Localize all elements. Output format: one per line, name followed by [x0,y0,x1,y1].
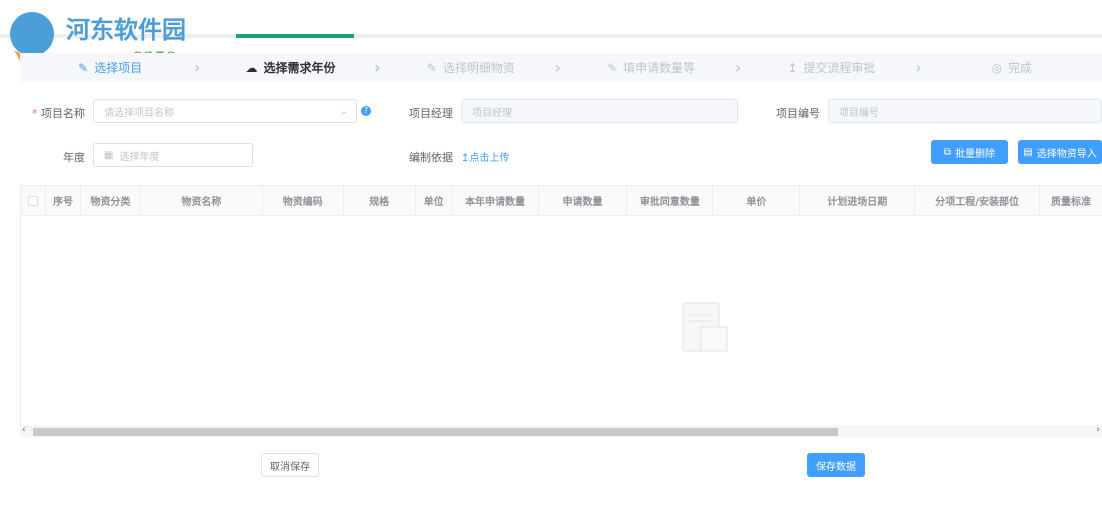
edit-icon: ✎ [426,60,437,75]
step-select-project[interactable]: ✎ 选择项目 › [20,58,200,77]
edit-icon: ✎ [607,60,618,75]
column-header[interactable]: 物资分类 [81,186,141,215]
step-bar: ✎ 选择项目 › ☁ 选择需求年份 › ✎ 选择明细物资 › ✎ 填申请数量等 › ↥ 提交流程审… [20,53,1102,82]
code-input[interactable]: 项目编号 [828,99,1102,123]
batch-delete-button[interactable]: ⧉ 批量删除 [931,140,1008,164]
step-select-materials[interactable]: ✎ 选择明细物资 › [381,58,561,77]
column-header[interactable]: 序号 [46,186,81,215]
upload-link[interactable]: ↥点击上传 [461,149,509,164]
step-fill-quantity[interactable]: ✎ 填申请数量等 › [561,58,741,77]
step-select-year[interactable]: ☁ 选择需求年份 › [200,58,381,77]
import-materials-button[interactable]: ▤ 选择物资导入 [1018,140,1102,164]
save-data-button[interactable]: 保存数据 [807,453,865,477]
cloud-upload-icon: ☁ [245,60,258,75]
project-name-label: * 项目名称 [32,107,85,120]
check-circle-icon: ◎ [991,60,1003,75]
scroll-right-icon: › [1096,425,1100,435]
scroll-left-icon: ‹ [22,425,26,435]
column-header[interactable]: 规格 [344,186,416,215]
step-submit[interactable]: ↥ 提交流程审批 › [741,58,921,77]
svg-text:河东软件园: 河东软件园 [66,15,186,44]
upload-icon: ↥ [787,60,798,75]
cancel-save-button[interactable]: 取消保存 [261,453,319,477]
horizontal-scrollbar[interactable]: ‹ › [20,425,1102,437]
materials-table: 序号 物资分类 物资名称 物资编码 规格 单位 本年申请数量 申请数量 审批同意… [20,185,1102,427]
manager-label: 项目经理 [409,107,453,120]
basis-label: 编制依据 [409,151,453,164]
column-header[interactable]: 本年申请数量 [453,186,539,215]
year-label: 年度 [63,151,85,164]
project-name-select[interactable]: 请选择项目名称 ⌄ [93,99,357,123]
column-header[interactable]: 计划进场日期 [800,186,916,215]
step-done[interactable]: ◎ 完成 [922,59,1102,76]
delete-icon: ⧉ [943,146,952,158]
chevron-down-icon: ⌄ [339,105,348,117]
calendar-icon: ▤ [1023,146,1033,158]
calendar-icon: ▦ [104,149,114,161]
code-label: 项目编号 [776,107,820,120]
column-header[interactable]: 单价 [713,186,801,215]
column-header[interactable]: 物资名称 [141,186,263,215]
select-all-checkbox[interactable] [21,186,46,215]
column-header[interactable]: 申请数量 [539,186,628,215]
column-header[interactable]: 质量标准 [1040,186,1102,215]
column-header[interactable]: 单位 [416,186,453,215]
column-header[interactable]: 分项工程/安装部位 [915,186,1041,215]
help-icon[interactable]: ? [361,106,371,116]
chevron-right-icon: › [374,58,381,77]
column-header[interactable]: 物资编码 [263,186,344,215]
year-picker[interactable]: ▦ 选择年度 [93,143,253,167]
edit-icon: ✎ [78,60,89,75]
column-header[interactable]: 审批同意数量 [627,186,714,215]
empty-data-icon [679,301,731,360]
manager-input[interactable]: 项目经理 [461,99,738,123]
